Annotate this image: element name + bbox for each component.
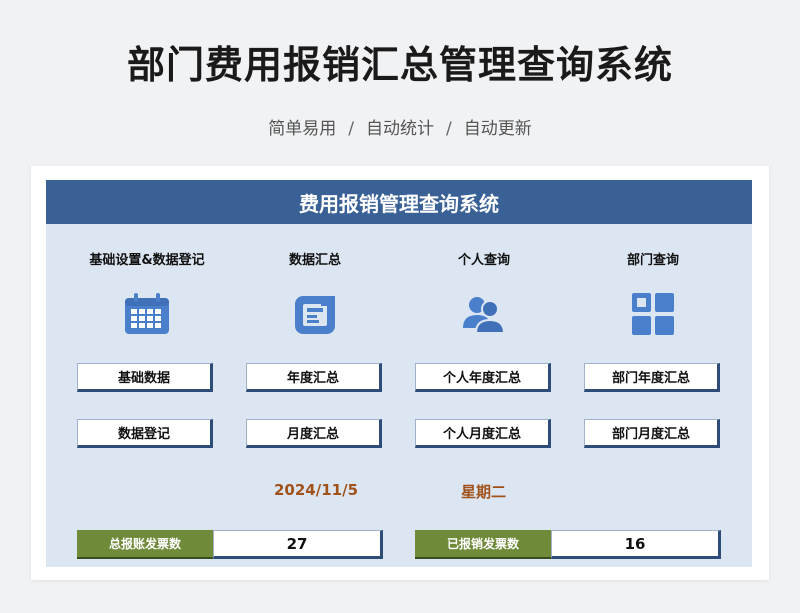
monthly-summary-button[interactable]: 月度汇总 bbox=[246, 419, 382, 448]
personal-monthly-summary-button[interactable]: 个人月度汇总 bbox=[415, 419, 551, 448]
page-title: 部门费用报销汇总管理查询系统 bbox=[126, 43, 673, 87]
column-title-summary: 数据汇总 bbox=[288, 253, 341, 268]
reimbursed-invoices-label: 已报销发票数 bbox=[415, 530, 551, 559]
annual-summary-button[interactable]: 年度汇总 bbox=[246, 363, 382, 392]
department-annual-summary-button[interactable]: 部门年度汇总 bbox=[584, 363, 720, 392]
column-title-personal: 个人查询 bbox=[457, 253, 510, 268]
subtitle-part-2: 自动统计 bbox=[366, 119, 434, 139]
calendar-icon[interactable] bbox=[62, 291, 232, 337]
total-invoices-label: 总报账发票数 bbox=[77, 530, 213, 559]
subtitle-part-1: 简单易用 bbox=[268, 119, 337, 139]
personal-annual-summary-button[interactable]: 个人年度汇总 bbox=[415, 363, 551, 392]
data-entry-button[interactable]: 数据登记 bbox=[77, 419, 213, 448]
panel-header: 费用报销管理查询系统 bbox=[46, 180, 752, 224]
subtitle: 简单易用 / 自动统计 / 自动更新 bbox=[0, 114, 800, 139]
current-date: 2024/11/5 bbox=[274, 481, 359, 499]
basic-data-button[interactable]: 基础数据 bbox=[77, 363, 213, 392]
folder-summary-icon[interactable] bbox=[230, 291, 400, 337]
total-invoices-value: 27 bbox=[213, 530, 383, 559]
column-title-basic: 基础设置&数据登记 bbox=[89, 253, 205, 268]
users-icon[interactable] bbox=[399, 291, 569, 337]
column-title-department: 部门查询 bbox=[626, 253, 679, 268]
subtitle-part-3: 自动更新 bbox=[463, 119, 532, 139]
grid-icon[interactable] bbox=[568, 291, 738, 337]
subtitle-separator: / bbox=[348, 119, 354, 139]
subtitle-separator: / bbox=[446, 119, 452, 139]
reimbursed-invoices-value: 16 bbox=[551, 530, 721, 559]
current-weekday: 星期二 bbox=[461, 483, 507, 501]
department-monthly-summary-button[interactable]: 部门月度汇总 bbox=[584, 419, 720, 448]
